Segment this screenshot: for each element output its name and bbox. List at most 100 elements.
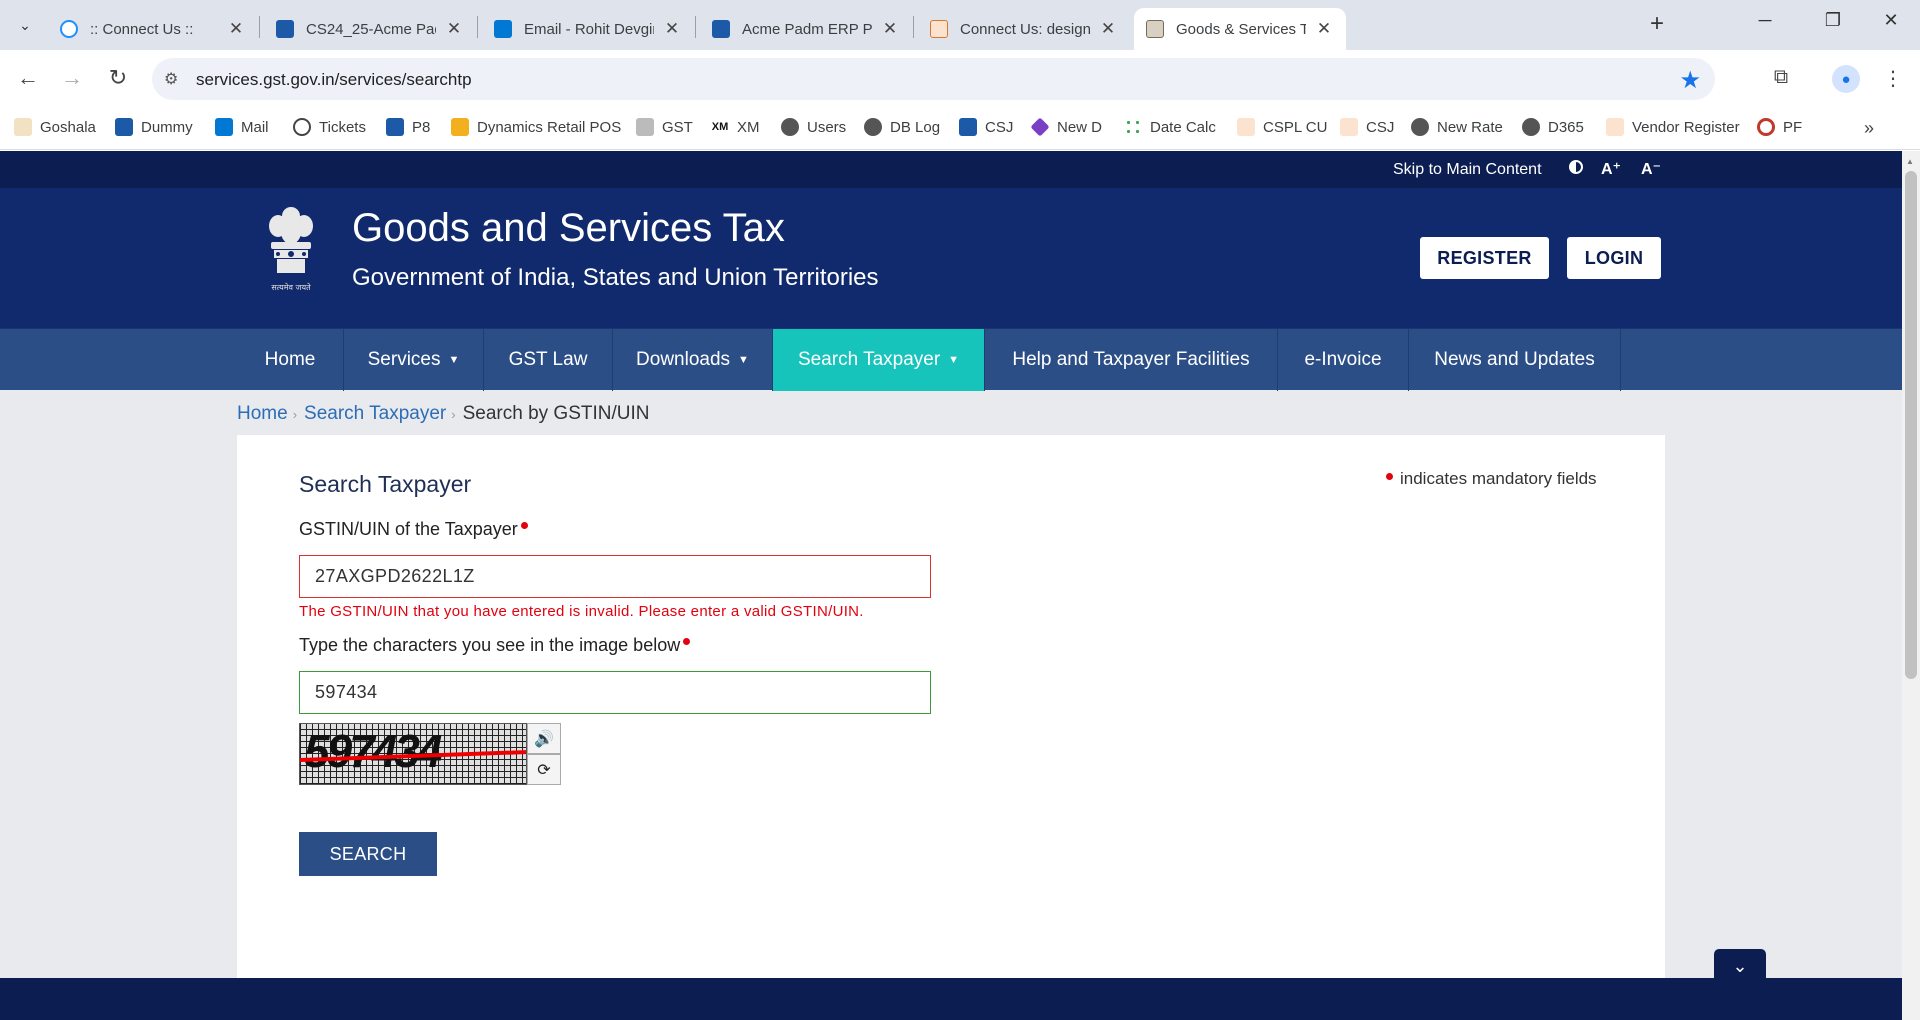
restore-icon[interactable]: ❐ xyxy=(1818,10,1848,31)
scrollbar-thumb[interactable] xyxy=(1905,171,1917,679)
browser-tab-1[interactable]: :: Connect Us :: ✕ xyxy=(48,8,258,50)
pf-icon xyxy=(1757,118,1775,136)
nav-item-e-invoice[interactable]: e-Invoice xyxy=(1278,329,1409,391)
breadcrumb-home-link[interactable]: Home xyxy=(237,403,288,425)
captcha-audio-speaker-icon[interactable]: 🔊 xyxy=(527,723,561,754)
xm-icon: XM xyxy=(711,118,729,136)
captcha-image: 597434 xyxy=(299,723,527,785)
captcha-label: Type the characters you see in the image… xyxy=(299,635,691,656)
font-increase-button[interactable]: A⁺ xyxy=(1601,159,1621,179)
required-dot-icon xyxy=(520,522,528,529)
globe-icon xyxy=(781,118,799,136)
globe-icon xyxy=(1411,118,1429,136)
caret-down-icon: ▼ xyxy=(948,354,960,366)
nav-item-services[interactable]: Services ▼ xyxy=(344,329,484,391)
browser-menu-icon[interactable]: ⋮ xyxy=(1879,66,1907,91)
bookmark-vendor-register[interactable]: Vendor Register xyxy=(1606,118,1740,136)
browser-tab-3[interactable]: Email - Rohit Devgirikar - Outlook ✕ xyxy=(482,8,694,50)
mandatory-note: indicates mandatory fields xyxy=(1386,469,1597,489)
close-icon[interactable]: ✕ xyxy=(1314,19,1334,39)
site-title: Goods and Services Tax xyxy=(352,206,785,250)
bookmark-d365[interactable]: D365 xyxy=(1522,118,1584,136)
bookmark-new-d[interactable]: New D xyxy=(1030,117,1102,137)
cow-icon xyxy=(14,118,32,136)
bookmark-gst[interactable]: GST xyxy=(636,118,693,136)
skip-to-main-link[interactable]: Skip to Main Content xyxy=(1393,161,1542,179)
close-icon[interactable]: ✕ xyxy=(662,19,682,39)
page-scrollbar[interactable]: ▲ xyxy=(1902,151,1920,1020)
nav-item-news-updates[interactable]: News and Updates xyxy=(1409,329,1621,391)
bookmark-xm[interactable]: XM XM xyxy=(711,118,760,136)
browser-tab-strip: ⌄ :: Connect Us :: ✕ CS24_25-Acme Padm E… xyxy=(0,0,1920,50)
search-button[interactable]: SEARCH xyxy=(299,832,437,876)
new-tab-plus-icon[interactable]: + xyxy=(1650,12,1664,36)
captcha-refresh-icon[interactable]: ⟳ xyxy=(527,754,561,785)
profile-avatar-icon[interactable]: ● xyxy=(1832,65,1860,93)
font-decrease-button[interactable]: A⁻ xyxy=(1641,159,1661,179)
close-icon[interactable]: ✕ xyxy=(226,19,246,39)
scroll-up-arrow-icon[interactable]: ▲ xyxy=(1906,157,1914,166)
breadcrumb-search-taxpayer-link[interactable]: Search Taxpayer xyxy=(304,403,446,425)
caret-down-icon: ▼ xyxy=(738,354,749,366)
breadcrumb-chevron-icon: › xyxy=(451,406,456,422)
bookmarks-bar: Goshala Dummy Mail Tickets P8 Dynamics R… xyxy=(0,108,1920,150)
extensions-puzzle-icon[interactable]: ⧉ xyxy=(1767,66,1795,89)
erp-icon xyxy=(959,118,977,136)
cspl-icon xyxy=(1340,118,1358,136)
nav-item-search-taxpayer[interactable]: Search Taxpayer ▼ xyxy=(773,329,985,391)
tab-separator xyxy=(259,16,260,38)
bookmark-dynamics-retail-pos[interactable]: Dynamics Retail POS xyxy=(451,118,621,136)
bookmark-csj-2[interactable]: CSJ xyxy=(1340,118,1394,136)
captcha-input[interactable] xyxy=(299,671,931,714)
close-icon[interactable]: ✕ xyxy=(444,19,464,39)
nav-item-help-taxpayer-facilities[interactable]: Help and Taxpayer Facilities xyxy=(985,329,1278,391)
bookmark-dummy[interactable]: Dummy xyxy=(115,118,193,136)
nav-item-home[interactable]: Home xyxy=(237,329,344,391)
bookmark-goshala[interactable]: Goshala xyxy=(14,118,96,136)
accessibility-strip: Skip to Main Content A⁺ A⁻ xyxy=(0,151,1902,188)
site-settings-icon[interactable]: ⚙ xyxy=(164,69,178,89)
tab-search-chevron-icon[interactable]: ⌄ xyxy=(10,10,40,40)
bookmark-p8[interactable]: P8 xyxy=(386,118,430,136)
browser-toolbar: ← → ↻ ⚙ services.gst.gov.in/services/sea… xyxy=(0,50,1920,108)
bookmark-new-rate[interactable]: New Rate xyxy=(1411,118,1503,136)
login-button[interactable]: LOGIN xyxy=(1567,237,1661,279)
main-nav: Home Services ▼ GST Law Downloads ▼ Search… xyxy=(0,328,1902,391)
dots-icon xyxy=(1124,118,1142,136)
back-arrow-icon[interactable]: ← xyxy=(14,66,42,90)
close-icon[interactable]: ✕ xyxy=(880,19,900,39)
bookmark-users[interactable]: Users xyxy=(781,118,846,136)
contrast-toggle-icon[interactable] xyxy=(1569,160,1583,174)
window-close-icon[interactable]: ✕ xyxy=(1876,10,1906,31)
erp-icon xyxy=(115,118,133,136)
address-url[interactable]: services.gst.gov.in/services/searchtp xyxy=(196,70,472,90)
nav-item-gst-law[interactable]: GST Law xyxy=(484,329,613,391)
page-viewport: Skip to Main Content A⁺ A⁻ सत्यमेव जयते … xyxy=(0,151,1902,1020)
nav-item-downloads[interactable]: Downloads ▼ xyxy=(613,329,773,391)
bookmark-csj[interactable]: CSJ xyxy=(959,118,1013,136)
bookmark-date-calc[interactable]: Date Calc xyxy=(1124,118,1216,136)
bookmarks-overflow-chevron-icon[interactable]: » xyxy=(1864,118,1874,139)
bookmark-tickets[interactable]: Tickets xyxy=(293,118,366,136)
breadcrumb: Home › Search Taxpayer › Search by GSTIN… xyxy=(237,403,650,425)
browser-tab-2[interactable]: CS24_25-Acme Padm ERP Platform ✕ xyxy=(264,8,476,50)
bookmark-db-log[interactable]: DB Log xyxy=(864,118,940,136)
browser-tab-4[interactable]: Acme Padm ERP Platform ✕ xyxy=(700,8,912,50)
bookmark-star-icon[interactable]: ★ xyxy=(1679,66,1701,95)
bookmark-pf[interactable]: PF xyxy=(1757,118,1802,136)
bookmark-mail[interactable]: Mail xyxy=(215,118,269,136)
minimize-icon[interactable]: ─ xyxy=(1750,10,1780,31)
browser-tab-5[interactable]: Connect Us: design_check ✕ xyxy=(918,8,1130,50)
reload-icon[interactable]: ↻ xyxy=(104,66,132,90)
browser-tab-6-active[interactable]: Goods & Services Tax (GST) ✕ xyxy=(1134,8,1346,50)
address-bar[interactable]: ⚙ services.gst.gov.in/services/searchtp … xyxy=(152,58,1715,100)
close-icon[interactable]: ✕ xyxy=(1098,19,1118,39)
bookmark-cspl-cu[interactable]: CSPL CU xyxy=(1237,118,1327,136)
cspl-icon xyxy=(930,20,948,38)
tab-separator xyxy=(477,16,478,38)
diamond-icon xyxy=(1030,117,1050,137)
national-emblem-logo: सत्यमेव जयते xyxy=(269,207,313,292)
forward-arrow-icon[interactable]: → xyxy=(58,66,86,90)
gstin-input[interactable] xyxy=(299,555,931,598)
register-button[interactable]: REGISTER xyxy=(1420,237,1549,279)
